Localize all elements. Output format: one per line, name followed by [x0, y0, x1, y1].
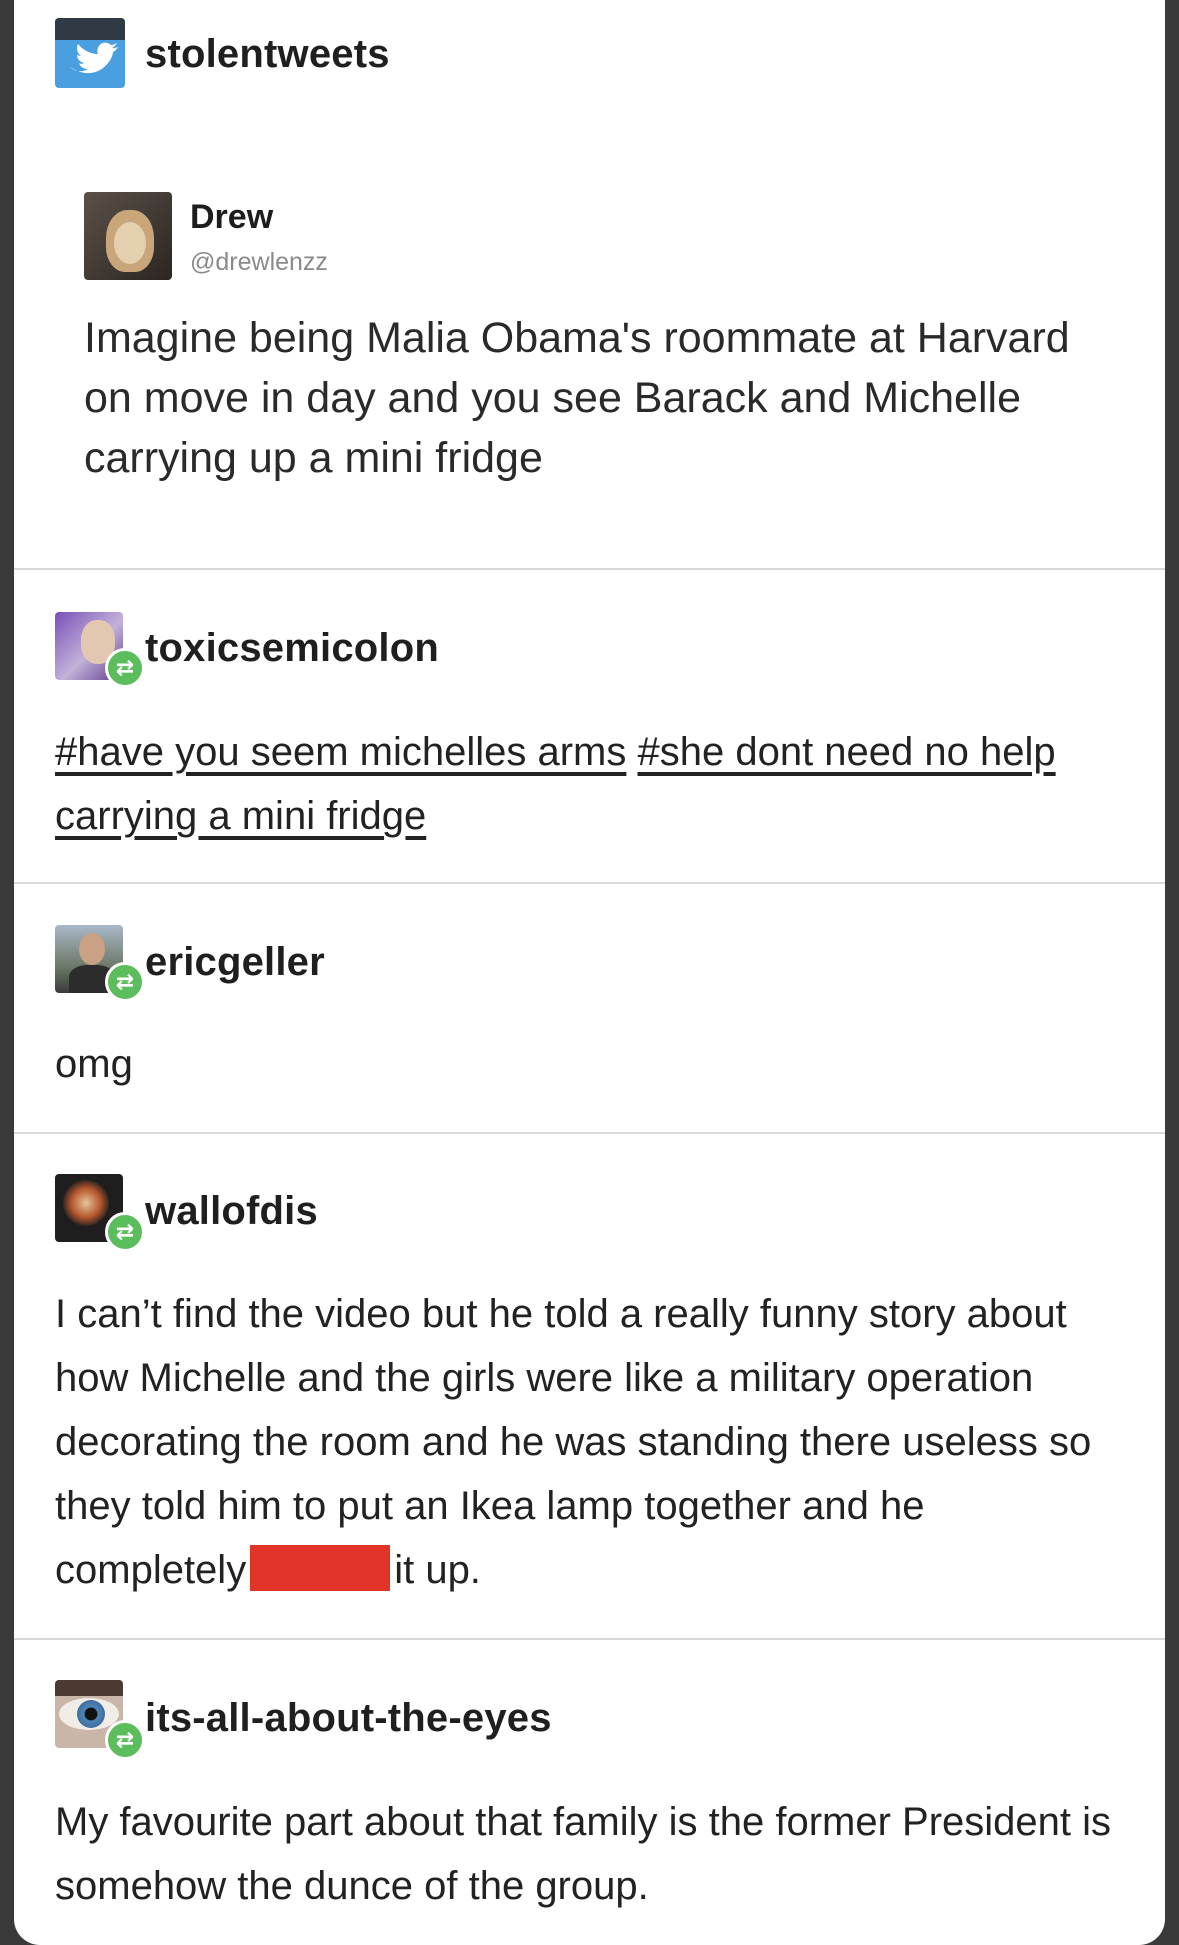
reblog-icon: ⇄ — [105, 962, 145, 1002]
section-divider — [14, 882, 1165, 884]
avatar-photo — [55, 1680, 123, 1696]
reblogger-username[interactable]: wallofdis — [145, 1189, 318, 1234]
comment-text: it up. — [394, 1548, 481, 1592]
section-divider — [14, 1638, 1165, 1640]
comment-text: I can’t find the video but he told a rea… — [55, 1292, 1092, 1592]
tweet-author-avatar[interactable] — [84, 192, 172, 280]
avatar-photo — [79, 933, 105, 965]
reblog-comment: I can’t find the video but he told a rea… — [55, 1282, 1125, 1602]
section-divider — [14, 1132, 1165, 1134]
reblog-icon: ⇄ — [105, 1212, 145, 1252]
reblogger-username[interactable]: its-all-about-the-eyes — [145, 1696, 552, 1741]
eye-icon — [77, 1700, 105, 1728]
reblog-comment: omg — [55, 1042, 133, 1086]
twitter-avatar[interactable] — [55, 18, 125, 88]
tag-list: #have you seem michelles arms #she dont … — [55, 720, 1115, 848]
reblogger-username[interactable]: toxicsemicolon — [145, 626, 439, 671]
reblogger-username[interactable]: ericgeller — [145, 940, 325, 985]
redaction-bar — [250, 1545, 391, 1591]
tweet-author-name[interactable]: Drew — [190, 198, 273, 237]
tag-link[interactable]: #have you seem michelles arms — [55, 730, 626, 774]
tweet-text: Imagine being Malia Obama's roommate at … — [84, 314, 1070, 482]
tweet-author-handle[interactable]: @drewlenzz — [190, 248, 328, 277]
avatar-photo — [114, 222, 146, 264]
section-divider — [14, 568, 1165, 570]
reblog-icon: ⇄ — [105, 648, 145, 688]
original-poster-username[interactable]: stolentweets — [145, 32, 390, 77]
avatar-photo — [63, 1180, 109, 1226]
reblog-comment: My favourite part about that family is t… — [55, 1800, 1111, 1908]
twitter-bird-icon — [69, 42, 118, 74]
post-card: stolentweets Drew @drewlenzz Imagine bei… — [14, 0, 1165, 1945]
reblog-icon: ⇄ — [105, 1720, 145, 1760]
